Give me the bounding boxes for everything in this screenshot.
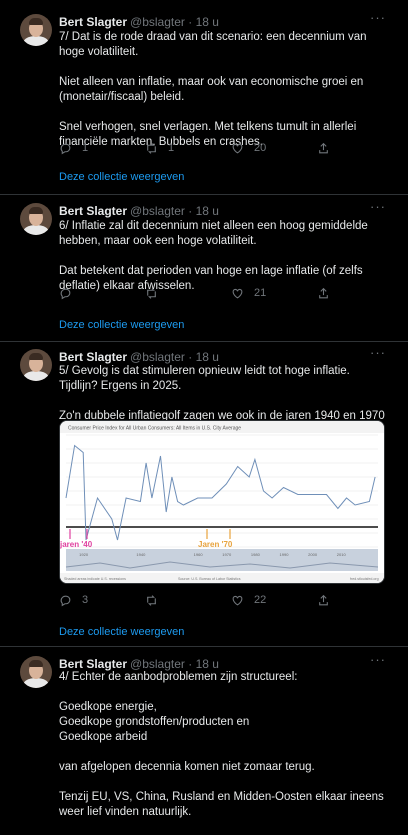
show-collection-link[interactable]: Deze collectie weergeven (59, 624, 184, 640)
tweet-actions: 3 22 (59, 594, 379, 610)
heart-icon (232, 143, 243, 154)
tweet[interactable]: Bert Slagter @bslagter · 18 u ··· 6/ Infl… (0, 195, 408, 342)
avatar[interactable] (20, 14, 52, 46)
tweet-text: 4/ Echter de aanbodproblemen zijn struct… (59, 670, 389, 835)
retweet-icon (147, 595, 156, 606)
reply-button[interactable] (59, 287, 82, 300)
heart-icon (232, 288, 243, 299)
tweet-paragraph: 4/ Echter de aanbodproblemen zijn struct… (59, 671, 298, 683)
timestamp[interactable]: 18 u (196, 204, 219, 218)
share-icon (319, 142, 328, 154)
share-button[interactable] (317, 142, 340, 155)
tweet-paragraph: van afgelopen decennia komen niet zomaar… (59, 761, 315, 773)
x-tick-label: 1990 (280, 552, 290, 557)
reply-count: 1 (82, 142, 89, 154)
reply-icon (60, 595, 71, 607)
share-icon (319, 594, 328, 606)
chart-footer-recessions: Shaded areas indicate U.S. recessions (64, 577, 126, 581)
retweet-button[interactable] (145, 287, 168, 300)
tweet-media-chart[interactable]: Consumer Price Index for All Urban Consu… (59, 420, 385, 584)
like-count: 22 (254, 594, 267, 606)
retweet-button[interactable]: 1 (145, 142, 174, 155)
more-icon[interactable]: ··· (370, 345, 386, 361)
tweet-header: Bert Slagter @bslagter · 18 u (59, 350, 219, 364)
tweet[interactable]: Bert Slagter @bslagter · 18 u ··· 7/ Dat … (0, 0, 408, 195)
tweet-paragraph: 5/ Gevolg is dat stimuleren opnieuw leid… (59, 365, 350, 392)
annotation-40s: jaren '40 (60, 540, 93, 549)
timestamp[interactable]: 18 u (196, 350, 219, 364)
avatar[interactable] (20, 349, 52, 381)
tweet-header: Bert Slagter @bslagter · 18 u (59, 15, 219, 29)
tweet-actions: 21 (59, 287, 379, 303)
x-tick-label: 1970 (222, 552, 232, 557)
show-collection-link[interactable]: Deze collectie weergeven (59, 317, 184, 333)
tweet-header: Bert Slagter @bslagter · 18 u (59, 204, 219, 218)
tweet-paragraph: Goedkope energie, Goedkope grondstoffen/… (59, 701, 250, 743)
author-name[interactable]: Bert Slagter (59, 350, 127, 364)
author-handle[interactable]: @bslagter (130, 204, 185, 218)
chart-footer-url: fred.stlouisfed.org (350, 577, 379, 581)
avatar[interactable] (20, 656, 52, 688)
author-handle[interactable]: @bslagter (130, 657, 185, 671)
retweet-button[interactable] (145, 594, 168, 607)
retweet-count: 1 (168, 142, 175, 154)
like-button[interactable]: 22 (231, 594, 266, 607)
timestamp[interactable]: 18 u (196, 15, 219, 29)
like-count: 21 (254, 287, 267, 299)
x-tick-label: 1940 (136, 552, 146, 557)
tweet-paragraph: Tenzij EU, VS, China, Rusland en Midden-… (59, 791, 384, 818)
like-count: 20 (254, 142, 267, 154)
author-name[interactable]: Bert Slagter (59, 15, 127, 29)
x-tick-label: 2000 (308, 552, 318, 557)
x-tick-label: 1960 (194, 552, 204, 557)
author-name[interactable]: Bert Slagter (59, 204, 127, 218)
x-tick-label: 2010 (337, 552, 347, 557)
timestamp[interactable]: 18 u (196, 657, 219, 671)
show-collection-link[interactable]: Deze collectie weergeven (59, 169, 184, 185)
tweet-paragraph: 7/ Dat is de rode draad van dit scenario… (59, 31, 367, 58)
tweet[interactable]: Bert Slagter @bslagter · 18 u ··· 4/ Echt… (0, 647, 408, 818)
more-icon[interactable]: ··· (370, 652, 386, 668)
cpi-chart: Consumer Price Index for All Urban Consu… (60, 421, 384, 583)
tweet-actions: 1 1 20 (59, 142, 379, 158)
reply-button[interactable]: 1 (59, 142, 88, 155)
reply-count: 3 (82, 594, 89, 606)
x-tick-label: 1980 (251, 552, 261, 557)
like-button[interactable]: 20 (231, 142, 266, 155)
cpi-series-line (65, 444, 376, 541)
like-button[interactable]: 21 (231, 287, 266, 300)
author-handle[interactable]: @bslagter (130, 15, 185, 29)
annotation-70s: Jaren '70 (198, 540, 233, 549)
share-button[interactable] (317, 594, 340, 607)
retweet-icon (147, 143, 156, 154)
avatar[interactable] (20, 203, 52, 235)
tweet-paragraph: Niet alleen van inflatie, maar ook van e… (59, 76, 364, 103)
chart-title: Consumer Price Index for All Urban Consu… (68, 426, 241, 432)
share-icon (319, 287, 328, 299)
reply-icon (60, 143, 71, 155)
more-icon[interactable]: ··· (370, 10, 386, 26)
x-tick-label: 1920 (79, 552, 89, 557)
chart-footer-source: Source: U.S. Bureau of Labor Statistics (178, 577, 241, 581)
reply-icon (60, 288, 71, 300)
tweet-paragraph: 6/ Inflatie zal dit decennium niet allee… (59, 220, 368, 247)
share-button[interactable] (317, 287, 340, 300)
author-handle[interactable]: @bslagter (130, 350, 185, 364)
chart-grid (66, 434, 378, 548)
retweet-icon (147, 288, 156, 299)
heart-icon (232, 595, 243, 606)
more-icon[interactable]: ··· (370, 199, 386, 215)
author-name[interactable]: Bert Slagter (59, 657, 127, 671)
reply-button[interactable]: 3 (59, 594, 88, 607)
